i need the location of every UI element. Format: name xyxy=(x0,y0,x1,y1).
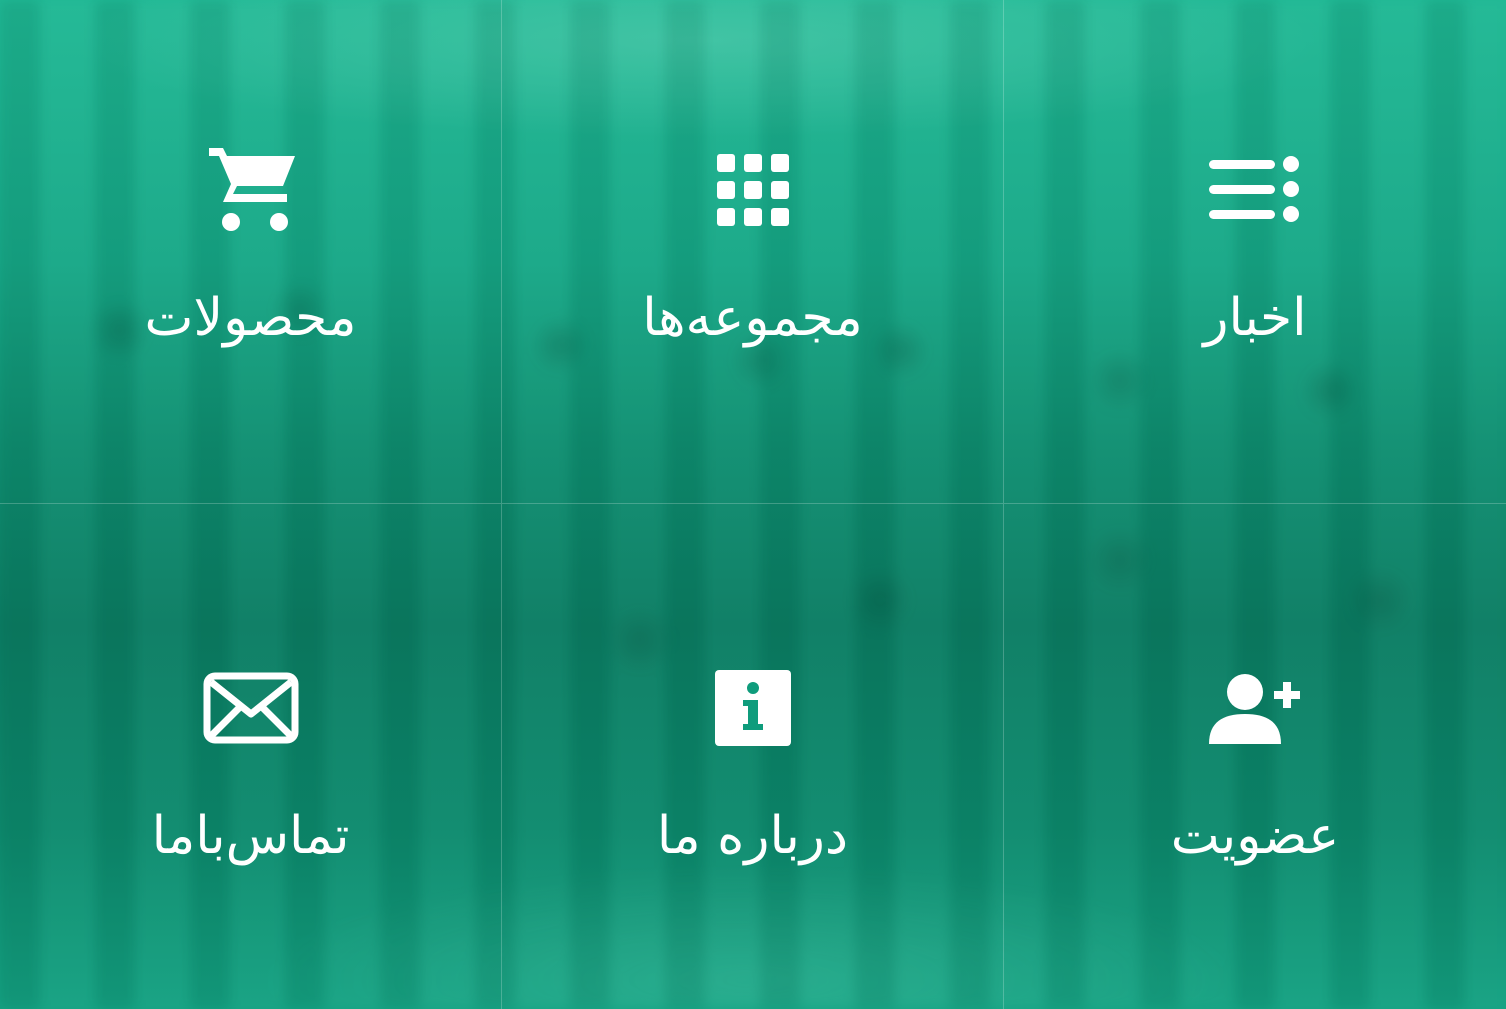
menu-label-contact: تماس‌باما xyxy=(151,806,350,866)
menu-tile-news[interactable]: اخبار xyxy=(1004,0,1506,504)
menu-label-products: محصولات xyxy=(144,288,357,348)
news-list-icon xyxy=(1205,140,1305,240)
menu-label-membership: عضویت xyxy=(1170,806,1340,866)
menu-tile-contact[interactable]: تماس‌باما xyxy=(0,504,502,1009)
menu-tile-products[interactable]: محصولات xyxy=(0,0,502,504)
app-menu-screen: محصولات xyxy=(0,0,1506,1009)
cart-icon xyxy=(201,140,301,240)
info-icon xyxy=(703,658,803,758)
menu-label-about: درباره ما xyxy=(656,806,849,866)
mail-icon xyxy=(201,658,301,758)
menu-tile-about[interactable]: درباره ما xyxy=(502,504,1004,1009)
menu-tile-collections[interactable]: مجموعه‌ها xyxy=(502,0,1004,504)
add-user-icon xyxy=(1205,658,1305,758)
menu-label-news: اخبار xyxy=(1203,288,1307,348)
menu-label-collections: مجموعه‌ها xyxy=(642,288,863,348)
grid-icon xyxy=(703,140,803,240)
menu-tile-membership[interactable]: عضویت xyxy=(1004,504,1506,1009)
menu-grid: محصولات xyxy=(0,0,1506,1009)
